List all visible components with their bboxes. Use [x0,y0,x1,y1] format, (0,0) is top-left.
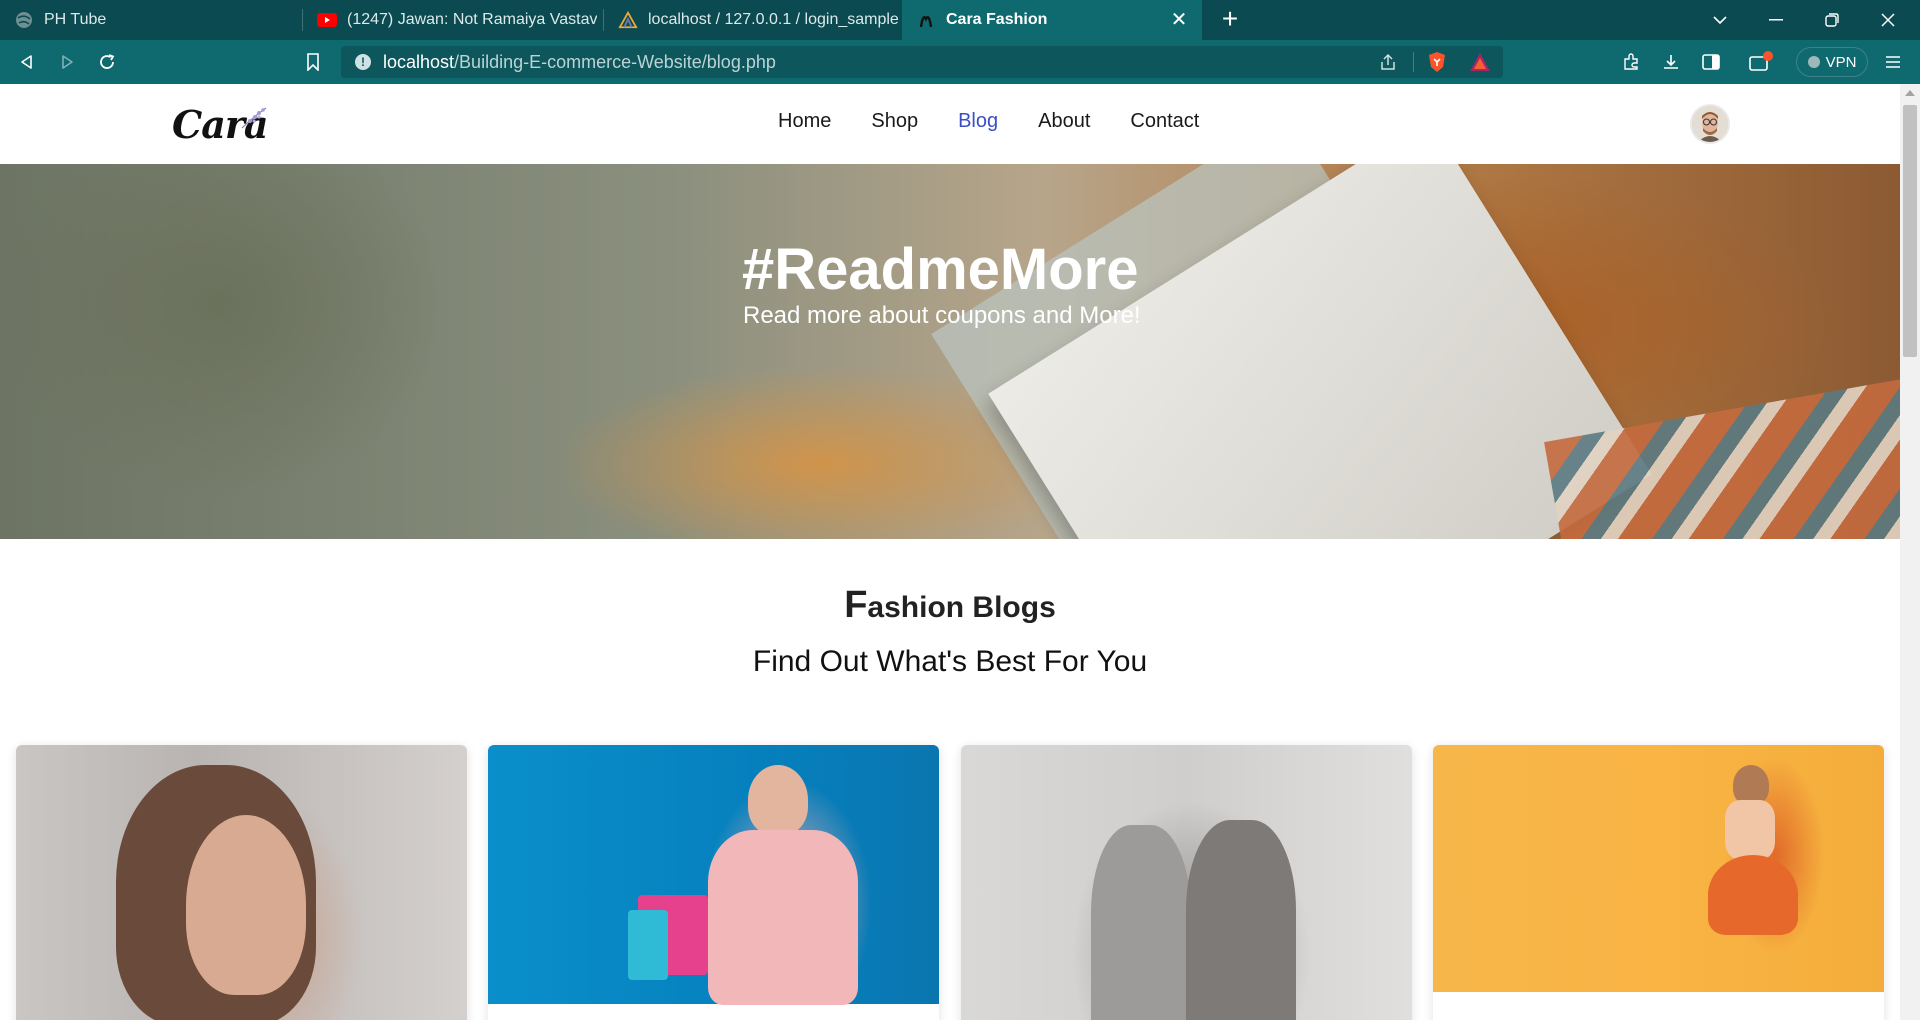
hero-title: #ReadmeMore [742,237,1139,302]
address-bar[interactable]: ! localhost/Building-E-commerce-Website/… [341,46,1503,78]
nav-contact[interactable]: Contact [1130,110,1199,133]
tab-youtube[interactable]: (1247) Jawan: Not Ramaiya Vastavaiya [303,0,603,40]
site-info-icon[interactable]: ! [355,54,371,70]
window-close-button[interactable] [1860,0,1916,40]
menu-icon[interactable] [1878,48,1908,76]
new-tab-button[interactable]: + [1215,5,1245,35]
tab-phpmyadmin[interactable]: localhost / 127.0.0.1 / login_sample_d [604,0,902,40]
youtube-icon [317,10,337,30]
browser-tab-strip: PH Tube (1247) Jawan: Not Ramaiya Vastav… [0,0,1920,40]
minimize-button[interactable] [1748,0,1804,40]
tab-list-chevron-icon[interactable] [1692,0,1748,40]
vpn-button[interactable]: VPN [1796,47,1868,77]
nav-blog[interactable]: Blog [958,110,998,133]
blog-card[interactable] [1433,745,1884,1020]
site-header: Cara Home Shop Blog About Contact [0,84,1900,164]
tab-title: localhost / 127.0.0.1 / login_sample_d [648,11,898,28]
section-title: Fashion Blogs [844,584,1056,626]
blogs-section-header: Fashion Blogs Find Out What's Best For Y… [0,584,1900,679]
wallet-icon[interactable] [1746,48,1776,76]
section-subtitle: Find Out What's Best For You [752,645,1148,678]
blog-card-image-two-women[interactable] [961,745,1412,1020]
tab-title: PH Tube [44,11,107,28]
tab-cara-fashion[interactable]: Cara Fashion ✕ [902,0,1202,40]
brave-rewards-icon[interactable] [1469,52,1491,77]
tab-title: (1247) Jawan: Not Ramaiya Vastavaiya [347,11,597,28]
reload-button[interactable] [92,48,122,76]
tab-title: Cara Fashion [946,11,1048,28]
blog-card[interactable] [16,745,467,1020]
tab-ph-tube[interactable]: PH Tube [0,0,302,40]
close-icon[interactable]: ✕ [1168,9,1190,31]
restore-button[interactable] [1804,0,1860,40]
blog-card-image-orange-skirt[interactable] [1433,745,1884,992]
nav-about[interactable]: About [1038,110,1090,133]
forward-button[interactable] [52,48,82,76]
bookmark-icon[interactable] [298,48,328,76]
extensions-icon[interactable] [1616,48,1646,76]
back-button[interactable] [12,48,42,76]
scroll-up-arrow-icon[interactable] [1905,90,1915,96]
hero-subtitle: Read more about coupons and More! [743,302,1141,329]
url-text[interactable]: localhost/Building-E-commerce-Website/bl… [383,52,776,73]
share-icon[interactable] [1379,53,1397,76]
download-icon[interactable] [1656,48,1686,76]
page-viewport: Cara Home Shop Blog About Contact #Readm… [0,84,1920,1020]
blog-card-image-shopping-girl[interactable] [488,745,939,1005]
url-divider [1413,52,1414,72]
browser-toolbar: ! localhost/Building-E-commerce-Website/… [0,40,1920,84]
blog-card[interactable] [488,745,939,1020]
user-avatar[interactable] [1690,104,1730,144]
page-scrollbar[interactable] [1900,84,1920,1020]
nav-home[interactable]: Home [778,110,831,133]
blog-hero-banner: #ReadmeMore Read more about coupons and … [0,164,1900,539]
scrollbar-thumb[interactable] [1903,105,1917,357]
main-nav: Home Shop Blog About Contact [778,110,1199,133]
blog-card-image-woman-profile[interactable] [16,745,467,1020]
lavender-sprig-icon [241,107,267,129]
vpn-status-dot [1807,56,1820,68]
nav-shop[interactable]: Shop [871,110,918,133]
phpmyadmin-icon [618,10,638,30]
blog-card[interactable] [961,745,1412,1020]
vpn-label: VPN [1825,53,1857,71]
brave-shields-icon[interactable] [1427,51,1447,78]
sidebar-icon[interactable] [1696,48,1726,76]
globe-icon [14,10,34,30]
cara-icon [916,10,936,30]
